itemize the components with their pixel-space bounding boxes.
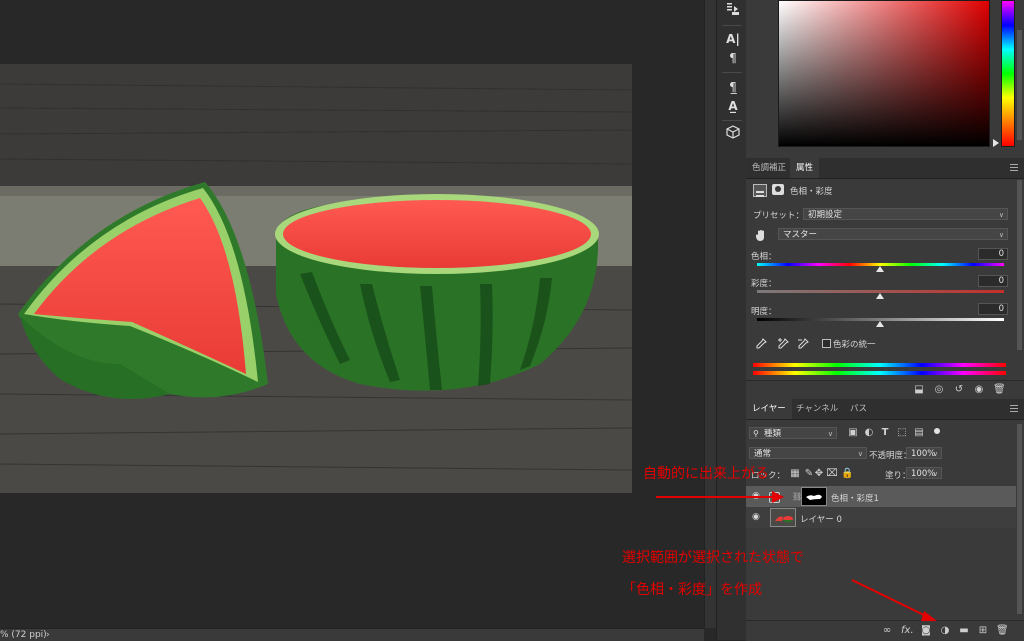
blend-mode-value: 通常 <box>754 449 772 459</box>
saturation-value-input[interactable]: 0 <box>978 275 1008 287</box>
search-icon: ⚲ <box>753 429 759 438</box>
layers-tab-bar: レイヤー チャンネル パス <box>746 399 1024 420</box>
view-previous-icon[interactable]: ◎ <box>933 384 945 396</box>
annotation-arrows <box>656 491 937 621</box>
arrow-head-icon <box>921 611 937 621</box>
status-menu-chevron-icon[interactable]: › <box>46 629 50 641</box>
fill-value: 100% <box>911 469 936 479</box>
channel-select[interactable]: マスター ∨ <box>778 228 1008 240</box>
clip-to-layer-icon[interactable]: ⬓ <box>913 384 925 396</box>
tab-layers[interactable]: レイヤー <box>746 399 792 419</box>
tab-channels[interactable]: チャンネル <box>790 399 844 419</box>
trash-icon[interactable]: 🗑 <box>993 384 1006 396</box>
properties-footer: ⬓ ◎ ↺ ◉ 🗑 <box>746 380 1024 399</box>
saturation-label: 彩度： <box>751 279 777 289</box>
filter-adjustment-icon[interactable]: ◐ <box>863 427 875 439</box>
opacity-value: 100% <box>911 449 936 459</box>
lock-move-icon[interactable]: ✥ <box>813 468 825 480</box>
preset-label: プリセット： <box>753 211 805 221</box>
panel-menu-icon[interactable] <box>1010 405 1018 413</box>
eyedropper-subtract-icon[interactable] <box>797 338 809 350</box>
panel-menu-icon[interactable] <box>1010 164 1018 172</box>
chevron-down-icon: ∨ <box>998 211 1004 219</box>
hue-adjust-thumb[interactable] <box>876 266 884 272</box>
lock-transparent-icon[interactable]: ▦ <box>789 468 801 480</box>
on-image-adjust-hand-icon[interactable] <box>755 227 767 241</box>
mask-mode-icon[interactable] <box>772 184 784 195</box>
reset-icon[interactable]: ↺ <box>953 384 965 396</box>
tab-adjustments[interactable]: 色調補正 <box>746 158 792 178</box>
colorize-checkbox[interactable] <box>822 339 831 348</box>
hue-slider-marker-icon[interactable] <box>993 139 999 147</box>
chevron-down-icon: ∨ <box>932 470 938 478</box>
opacity-input[interactable]: 100% ∨ <box>906 447 942 459</box>
properties-scrollbar[interactable] <box>1017 180 1022 350</box>
filter-toggle-icon[interactable] <box>934 428 940 434</box>
filter-smart-object-icon[interactable]: ▤ <box>913 427 925 439</box>
lock-artboard-icon[interactable]: ⌧ <box>826 468 838 480</box>
arrow-head-icon <box>772 491 784 503</box>
filter-type-icon[interactable]: T <box>879 427 891 439</box>
tab-properties[interactable]: 属性 <box>790 158 820 178</box>
channel-select-value: マスター <box>783 230 818 240</box>
preset-select-value: 初期設定 <box>808 210 843 220</box>
status-bar: % (72 ppi) › <box>0 628 704 641</box>
color-saturation-field[interactable] <box>778 0 990 147</box>
output-spectrum-bar <box>753 371 1006 375</box>
adjustment-title: 色相・彩度 <box>790 187 833 197</box>
fill-input[interactable]: 100% ∨ <box>906 467 942 479</box>
blend-mode-select[interactable]: 通常 ∨ <box>749 447 867 459</box>
filter-pixel-icon[interactable]: ▣ <box>847 427 859 439</box>
eyedropper-icon[interactable] <box>755 338 767 350</box>
chevron-down-icon: ∨ <box>998 231 1004 239</box>
layer-filter-value: 種類 <box>764 429 782 439</box>
character-icon[interactable]: A| <box>723 29 743 49</box>
adjustment-type-icon <box>753 184 767 197</box>
filter-shape-icon[interactable]: ⬚ <box>896 427 908 439</box>
character-style-icon[interactable]: A̲ <box>723 96 743 116</box>
3d-icon[interactable] <box>723 125 743 145</box>
color-panel-scrollbar[interactable] <box>1017 30 1022 140</box>
paragraph-style-icon[interactable]: ¶̲ <box>723 77 743 97</box>
history-icon[interactable] <box>723 2 743 22</box>
hue-label: 色相： <box>751 252 777 262</box>
chevron-down-icon: ∨ <box>932 450 938 458</box>
properties-tab-bar: 色調補正 属性 <box>746 158 1024 179</box>
zoom-readout: % (72 ppi) <box>0 630 47 640</box>
chevron-down-icon: ∨ <box>827 430 833 438</box>
chevron-down-icon: ∨ <box>857 450 863 458</box>
hue-value-input[interactable]: 0 <box>978 248 1008 260</box>
watermelon-photo <box>0 64 632 493</box>
saturation-adjust-thumb[interactable] <box>876 293 884 299</box>
visibility-eye-icon[interactable]: ◉ <box>973 384 985 396</box>
hue-slider[interactable] <box>1001 0 1015 147</box>
lock-all-icon[interactable]: 🔒 <box>841 468 853 480</box>
tab-paths[interactable]: パス <box>844 399 873 419</box>
input-spectrum-bar <box>753 363 1006 367</box>
lightness-label: 明度： <box>751 307 777 317</box>
paragraph-icon[interactable]: ¶ <box>723 48 743 68</box>
arrow-to-adjustment-button <box>851 579 931 619</box>
preset-select[interactable]: 初期設定 ∨ <box>803 208 1008 220</box>
colorize-label: 色彩の統一 <box>833 340 876 350</box>
eyedropper-add-icon[interactable] <box>777 338 789 350</box>
lightness-adjust-thumb[interactable] <box>876 321 884 327</box>
lightness-value-input[interactable]: 0 <box>978 303 1008 315</box>
layer-filter-select[interactable]: ⚲ 種類 ∨ <box>749 427 837 439</box>
